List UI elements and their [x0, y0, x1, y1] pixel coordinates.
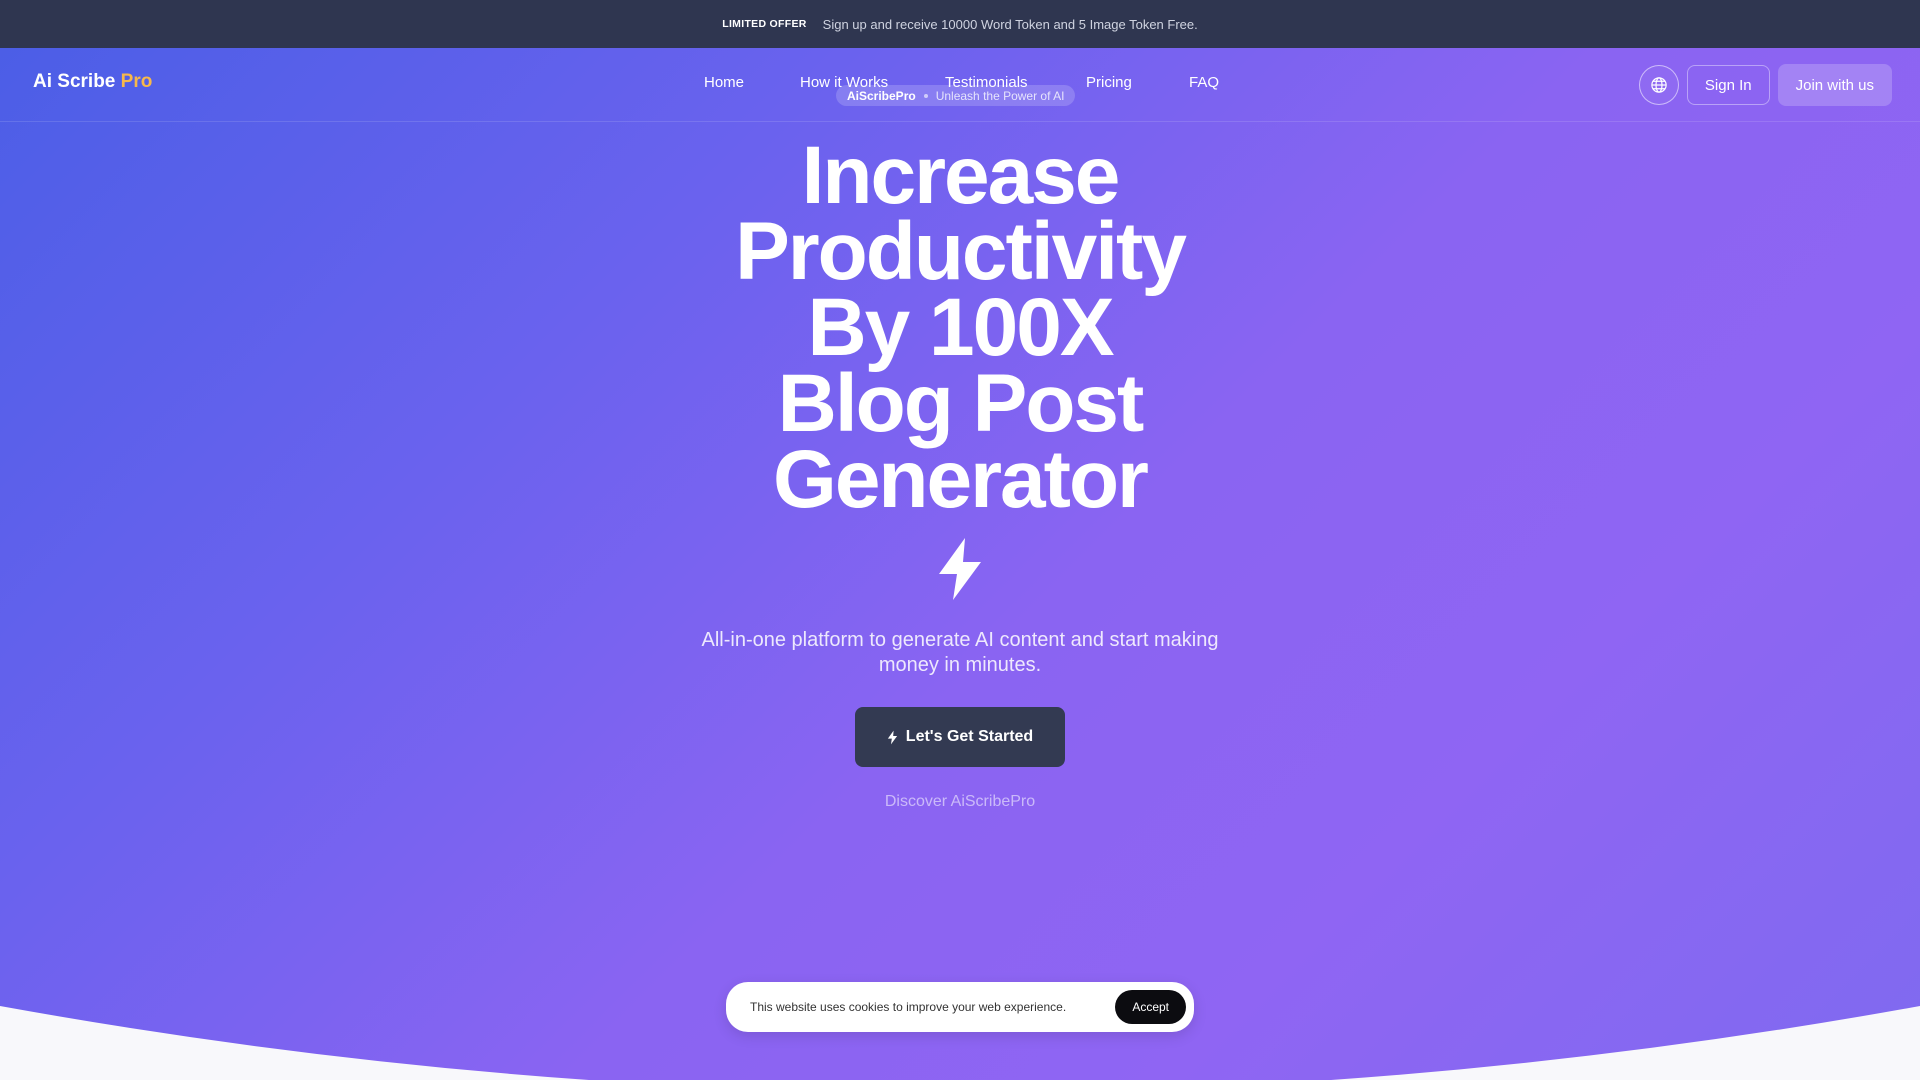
sign-in-button[interactable]: Sign In — [1686, 65, 1770, 105]
cookie-text: This website uses cookies to improve you… — [750, 1000, 1067, 1014]
logo-accent: Pro — [120, 71, 153, 92]
lightning-bolt-icon — [887, 730, 897, 744]
hero-subtext: All-in-one platform to generate AI conte… — [701, 629, 1219, 676]
join-button[interactable]: Join with us — [1777, 64, 1892, 106]
headline-line: Blog Post — [777, 358, 1145, 449]
badge-separator-dot — [923, 93, 928, 98]
nav-pricing[interactable]: Pricing — [1086, 74, 1189, 91]
badge-text: Unleash the Power of AI — [935, 88, 1065, 103]
nav-home[interactable]: Home — [704, 74, 800, 91]
get-started-button[interactable]: Let's Get Started — [855, 707, 1065, 767]
logo[interactable]: Ai Scribe Pro — [33, 71, 152, 93]
landing-page: LIMITED OFFER Sign up and receive 10000 … — [0, 0, 1920, 1080]
hero-badge: AiScribePro Unleash the Power of AI — [836, 85, 1076, 106]
headline-line: Generator — [773, 434, 1149, 525]
accept-cookies-button[interactable]: Accept — [1115, 990, 1186, 1024]
discover-link[interactable]: Discover AiScribePro — [800, 793, 1120, 811]
logo-text: Ai Scribe — [33, 71, 121, 92]
language-button[interactable] — [1638, 65, 1679, 105]
globe-icon — [1651, 77, 1667, 93]
lightning-bolt-icon — [939, 538, 981, 600]
nav-faq[interactable]: FAQ — [1189, 74, 1249, 91]
promo-text: Sign up and receive 10000 Word Token and… — [822, 16, 1198, 32]
get-started-label: Let's Get Started — [905, 728, 1034, 745]
hero-headline: Increase Productivity By 100X Blog Post … — [660, 130, 1260, 525]
header-actions: Sign In Join with us — [1638, 64, 1892, 106]
promo-banner: LIMITED OFFER Sign up and receive 10000 … — [0, 0, 1920, 48]
promo-tag: LIMITED OFFER — [722, 18, 807, 30]
headline-line: Productivity — [735, 206, 1187, 297]
badge-brand: AiScribePro — [847, 88, 916, 103]
headline-line: By 100X — [807, 282, 1114, 373]
cookie-banner: This website uses cookies to improve you… — [726, 982, 1194, 1032]
headline-line: Increase — [801, 130, 1121, 221]
